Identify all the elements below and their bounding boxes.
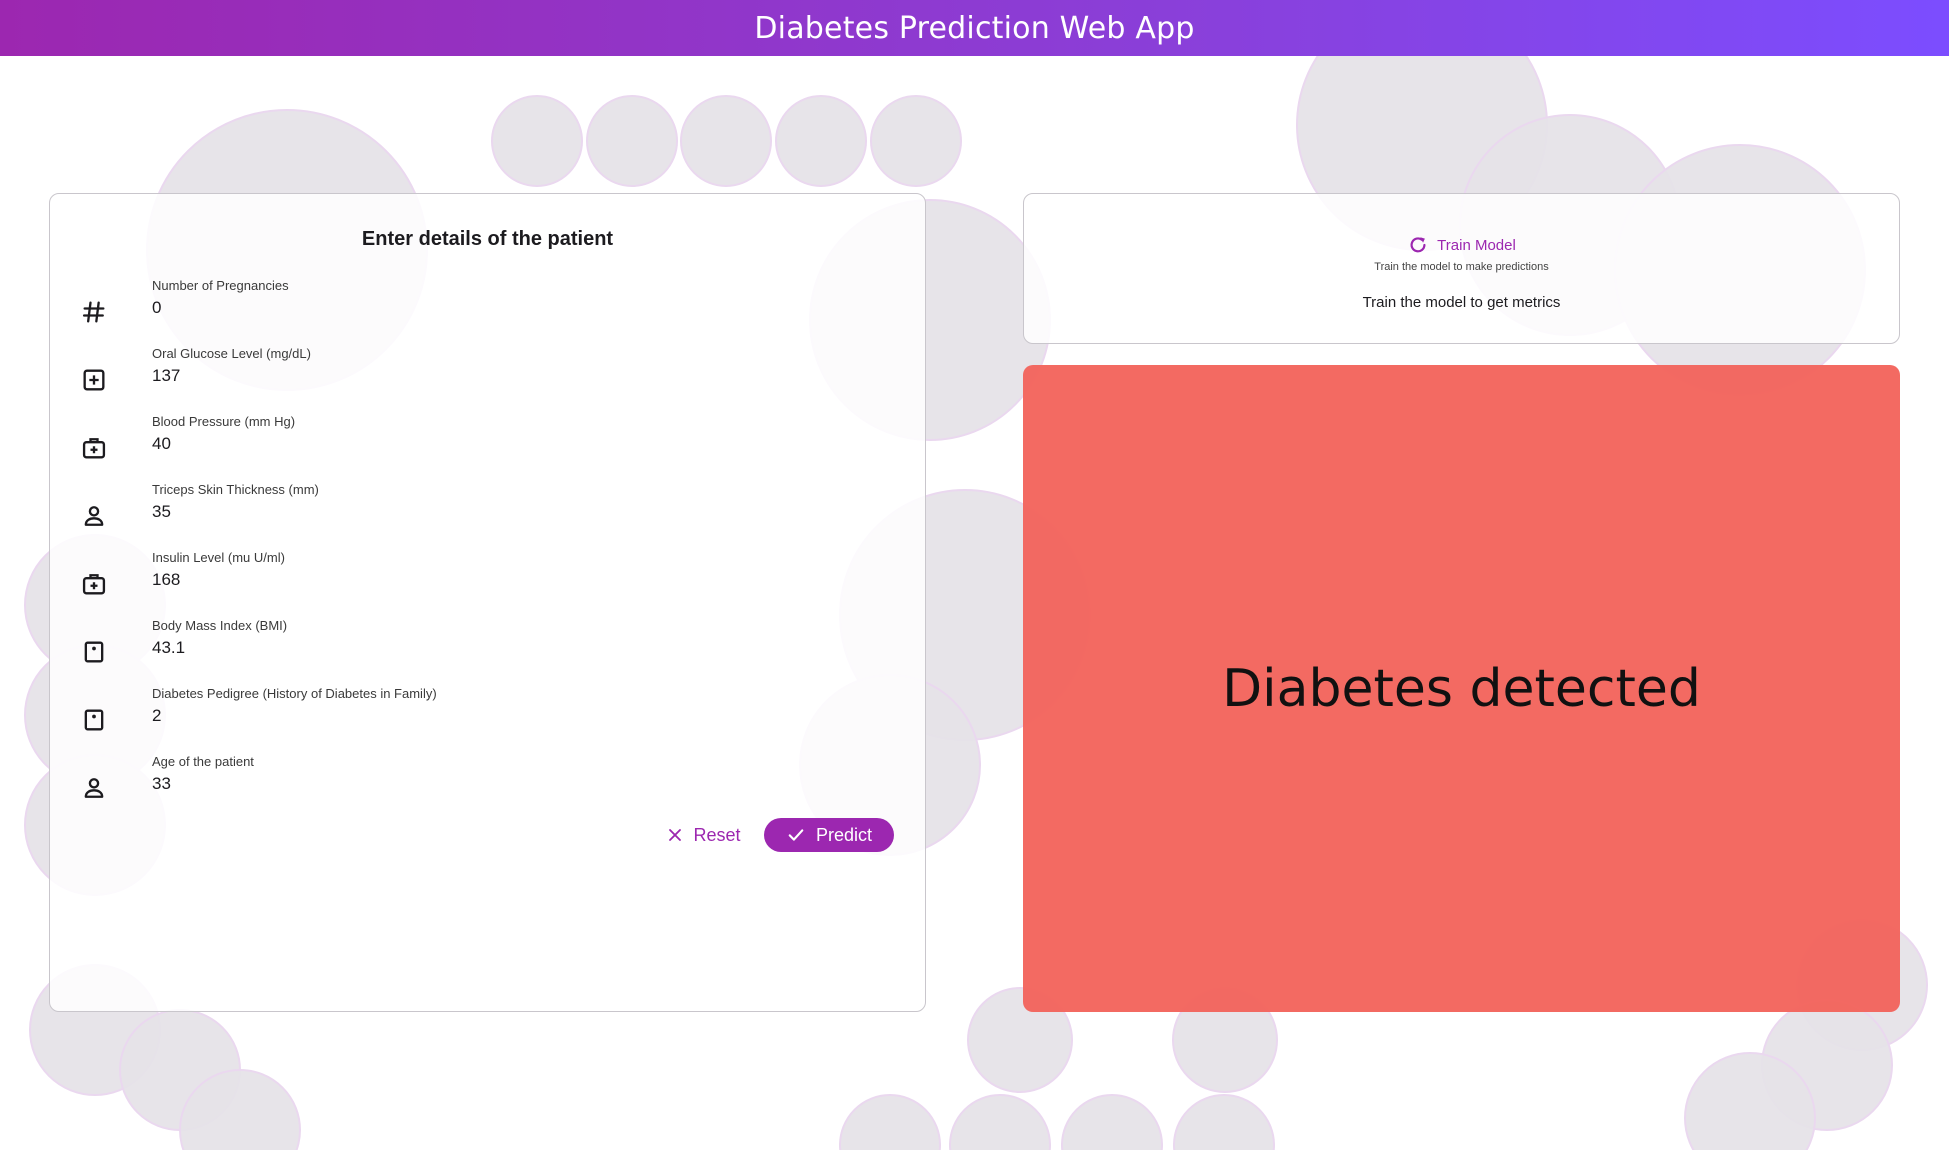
skin-thickness-label: Triceps Skin Thickness (mm): [152, 482, 319, 497]
insulin-input[interactable]: 168: [152, 570, 180, 590]
reset-label: Reset: [693, 824, 741, 845]
bmi-field[interactable]: Body Mass Index (BMI) 43.1: [80, 618, 780, 678]
blood-pressure-label: Blood Pressure (mm Hg): [152, 414, 296, 429]
pedigree-input[interactable]: 2: [152, 706, 161, 726]
train-model-button[interactable]: Train Model: [1024, 232, 1899, 258]
hash-icon: [80, 298, 108, 326]
age-field[interactable]: Age of the patient 33: [80, 754, 780, 814]
pedigree-field[interactable]: Diabetes Pedigree (History of Diabetes i…: [80, 686, 780, 746]
close-icon: [665, 825, 685, 845]
skin-thickness-input[interactable]: 35: [152, 502, 171, 522]
train-model-subtitle: Train the model to make predictions: [1374, 261, 1549, 273]
refresh-icon: [1407, 234, 1429, 256]
insulin-label: Insulin Level (mu U/ml): [152, 550, 285, 565]
medical-bag-icon: [80, 570, 108, 598]
medical-bag-icon: [80, 434, 108, 462]
person-icon: [80, 774, 108, 802]
skin-thickness-field[interactable]: Triceps Skin Thickness (mm) 35: [80, 482, 780, 542]
age-label: Age of the patient: [152, 754, 254, 769]
pregnancies-input[interactable]: 0: [152, 298, 161, 318]
bmi-input[interactable]: 43.1: [152, 638, 185, 658]
glucose-field[interactable]: Oral Glucose Level (mg/dL) 137: [80, 346, 780, 406]
blood-pressure-field[interactable]: Blood Pressure (mm Hg) 40: [80, 414, 780, 474]
form-title: Enter details of the patient: [361, 228, 614, 250]
insulin-field[interactable]: Insulin Level (mu U/ml) 168: [80, 550, 780, 610]
predict-button[interactable]: Predict: [764, 818, 894, 852]
reset-button[interactable]: Reset: [653, 818, 753, 852]
prediction-result-card: Diabetes detected: [1023, 365, 1900, 1012]
scale-icon: [80, 706, 108, 734]
pregnancies-field[interactable]: Number of Pregnancies 0: [80, 278, 780, 338]
check-icon: [786, 825, 806, 845]
blood-pressure-input[interactable]: 40: [152, 434, 171, 454]
glucose-input[interactable]: 137: [152, 366, 180, 386]
train-model-label: Train Model: [1437, 236, 1516, 254]
person-icon: [80, 502, 108, 530]
patient-details-card: Enter details of the patient Number of P…: [49, 193, 926, 1012]
metrics-text: Train the model to get metrics: [1362, 294, 1561, 311]
bmi-label: Body Mass Index (BMI): [152, 618, 288, 633]
app-title: Diabetes Prediction Web App: [754, 10, 1195, 46]
predict-label: Predict: [815, 824, 873, 845]
glucose-label: Oral Glucose Level (mg/dL): [152, 346, 311, 361]
pregnancies-label: Number of Pregnancies: [152, 278, 289, 293]
age-input[interactable]: 33: [152, 774, 171, 794]
plus-box-icon: [80, 366, 108, 394]
pedigree-label: Diabetes Pedigree (History of Diabetes i…: [152, 686, 437, 701]
train-model-card: Train Model Train the model to make pred…: [1023, 193, 1900, 344]
scale-icon: [80, 638, 108, 666]
prediction-result-text: Diabetes detected: [1222, 658, 1701, 719]
app-header: Diabetes Prediction Web App: [0, 0, 1949, 56]
